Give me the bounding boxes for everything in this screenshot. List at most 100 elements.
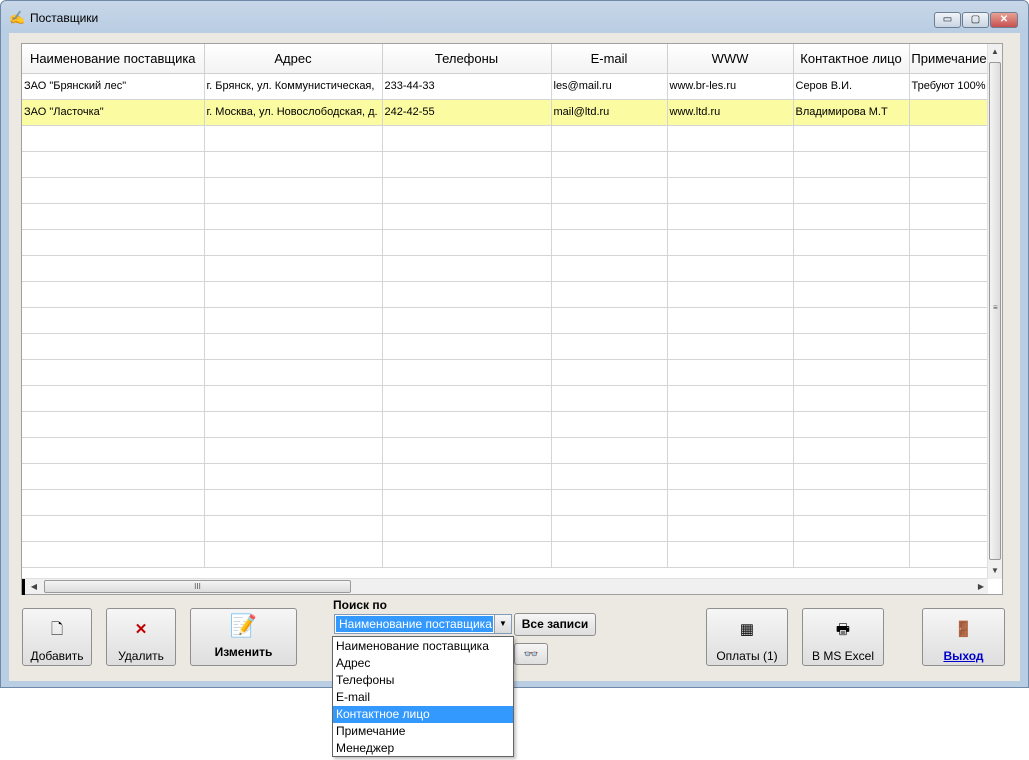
table-cell[interactable] <box>793 255 910 282</box>
table-cell[interactable] <box>22 125 205 152</box>
table-cell[interactable] <box>551 359 668 386</box>
table-row[interactable] <box>22 437 990 464</box>
table-cell[interactable] <box>22 385 205 412</box>
table-cell[interactable] <box>667 359 794 386</box>
table-cell[interactable] <box>667 437 794 464</box>
table-row[interactable] <box>22 125 990 152</box>
chevron-down-icon[interactable]: ▼ <box>494 615 511 633</box>
table-cell[interactable] <box>909 411 990 438</box>
table-cell[interactable] <box>909 333 990 360</box>
table-row[interactable]: ЗАО "Брянский лес" г. Брянск, ул. Коммуни… <box>22 73 990 100</box>
table-cell[interactable]: www.br-les.ru <box>667 73 794 100</box>
table-cell[interactable] <box>22 359 205 386</box>
vertical-scrollbar[interactable]: ▲ ≡ ▼ <box>987 44 1002 579</box>
table-cell[interactable] <box>204 125 383 152</box>
table-cell[interactable] <box>22 463 205 490</box>
table-cell[interactable]: Требуют 100% <box>909 73 990 100</box>
table-cell[interactable] <box>667 229 794 256</box>
table-cell[interactable] <box>793 437 910 464</box>
table-cell[interactable] <box>382 515 552 542</box>
table-cell[interactable] <box>551 333 668 360</box>
table-row[interactable] <box>22 229 990 256</box>
table-cell[interactable] <box>551 463 668 490</box>
dropdown-option[interactable]: Контактное лицо <box>333 706 513 723</box>
table-cell[interactable] <box>551 255 668 282</box>
table-cell[interactable] <box>909 255 990 282</box>
all-records-button[interactable]: Все записи <box>514 613 596 636</box>
table-cell[interactable] <box>204 463 383 490</box>
find-button[interactable]: 👓 <box>514 643 548 665</box>
table-cell[interactable] <box>22 151 205 178</box>
table-cell[interactable] <box>909 541 990 568</box>
table-row[interactable] <box>22 385 990 412</box>
table-cell[interactable] <box>909 515 990 542</box>
table-cell[interactable] <box>551 125 668 152</box>
table-cell[interactable] <box>551 411 668 438</box>
table-cell[interactable] <box>793 489 910 516</box>
table-cell[interactable] <box>22 307 205 334</box>
table-cell[interactable] <box>204 307 383 334</box>
table-cell[interactable] <box>204 203 383 230</box>
table-cell[interactable] <box>909 229 990 256</box>
table-cell[interactable]: 233-44-33 <box>382 73 552 100</box>
table-cell[interactable] <box>22 203 205 230</box>
table-cell[interactable] <box>204 177 383 204</box>
payments-button[interactable]: ▦ Оплаты (1) <box>706 608 788 666</box>
table-cell[interactable] <box>667 333 794 360</box>
table-cell[interactable] <box>204 385 383 412</box>
table-cell[interactable] <box>22 229 205 256</box>
table-cell[interactable] <box>204 359 383 386</box>
table-row[interactable] <box>22 333 990 360</box>
table-cell[interactable] <box>382 437 552 464</box>
table-cell[interactable] <box>204 281 383 308</box>
table-cell[interactable] <box>382 385 552 412</box>
table-cell[interactable] <box>382 229 552 256</box>
column-header[interactable]: WWW <box>667 44 794 74</box>
table-cell[interactable]: 242-42-55 <box>382 99 552 126</box>
scroll-down-icon[interactable]: ▼ <box>988 563 1002 579</box>
table-cell[interactable] <box>793 203 910 230</box>
table-cell[interactable] <box>382 255 552 282</box>
table-cell[interactable] <box>382 177 552 204</box>
table-cell[interactable] <box>22 177 205 204</box>
table-cell[interactable] <box>793 515 910 542</box>
dropdown-option[interactable]: Примечание <box>333 723 513 740</box>
table-cell[interactable] <box>551 385 668 412</box>
table-row[interactable] <box>22 463 990 490</box>
table-cell[interactable] <box>382 151 552 178</box>
column-header[interactable]: Адрес <box>204 44 383 74</box>
table-cell[interactable] <box>667 177 794 204</box>
add-button[interactable]: 🗋 Добавить <box>22 608 92 666</box>
table-row[interactable] <box>22 489 990 516</box>
table-cell[interactable] <box>204 541 383 568</box>
table-cell[interactable] <box>909 463 990 490</box>
table-cell[interactable] <box>793 541 910 568</box>
table-cell[interactable] <box>382 125 552 152</box>
table-cell[interactable] <box>793 281 910 308</box>
table-row[interactable] <box>22 307 990 334</box>
table-cell[interactable] <box>909 281 990 308</box>
table-cell[interactable] <box>793 229 910 256</box>
table-cell[interactable]: ЗАО "Ласточка" <box>22 99 205 126</box>
dropdown-option[interactable]: Адрес <box>333 655 513 672</box>
table-cell[interactable]: г. Москва, ул. Новослободская, д. <box>204 99 383 126</box>
table-cell[interactable] <box>22 437 205 464</box>
exit-button[interactable]: 🚪 Выход <box>922 608 1005 666</box>
table-cell[interactable] <box>909 177 990 204</box>
table-cell[interactable] <box>793 125 910 152</box>
table-row[interactable] <box>22 203 990 230</box>
table-row[interactable] <box>22 411 990 438</box>
table-row[interactable] <box>22 255 990 282</box>
scroll-up-icon[interactable]: ▲ <box>988 44 1002 60</box>
table-cell[interactable] <box>793 359 910 386</box>
maximize-button[interactable]: ▢ <box>962 12 989 28</box>
table-cell[interactable] <box>667 515 794 542</box>
dropdown-option[interactable]: Телефоны <box>333 672 513 689</box>
table-row[interactable] <box>22 281 990 308</box>
table-cell[interactable] <box>667 411 794 438</box>
search-field-select[interactable]: Наименование поставщика ▼ <box>334 614 512 634</box>
table-cell[interactable] <box>22 515 205 542</box>
table-row[interactable] <box>22 177 990 204</box>
table-cell[interactable]: mail@ltd.ru <box>551 99 668 126</box>
title-bar[interactable]: ✍ Поставщики ▭ ▢ ✕ <box>1 1 1028 35</box>
